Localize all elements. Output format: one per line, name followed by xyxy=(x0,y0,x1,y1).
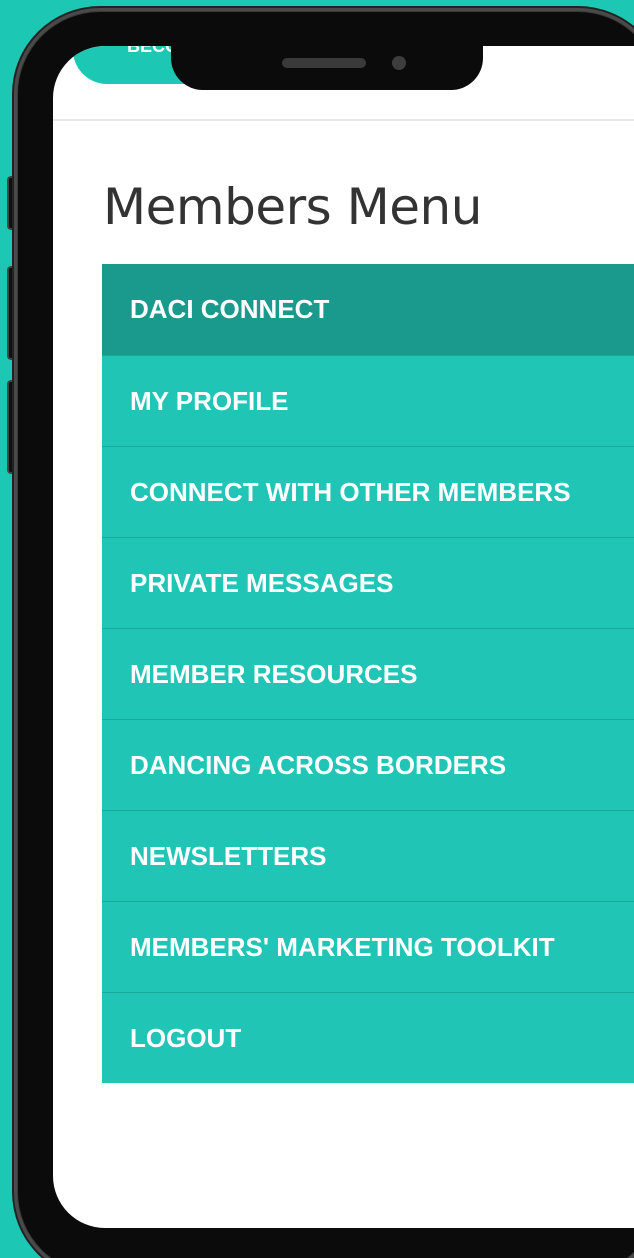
menu-item-label: NEWSLETTERS xyxy=(130,840,327,871)
page-title: Members Menu xyxy=(103,178,482,236)
header-divider xyxy=(53,119,634,121)
menu-item-label: MEMBERS' MARKETING TOOLKIT xyxy=(130,931,555,962)
menu-item-connect-with-other-members[interactable]: CONNECT WITH OTHER MEMBERS xyxy=(102,446,634,537)
menu-item-dancing-across-borders[interactable]: DANCING ACROSS BORDERS xyxy=(102,719,634,810)
menu-item-label: MY PROFILE xyxy=(130,385,289,416)
menu-item-label: MEMBER RESOURCES xyxy=(130,658,418,689)
menu-item-member-resources[interactable]: MEMBER RESOURCES xyxy=(102,628,634,719)
menu-item-private-messages[interactable]: PRIVATE MESSAGES xyxy=(102,537,634,628)
speaker-grille xyxy=(282,58,366,68)
menu-item-daci-connect[interactable]: DACI CONNECT xyxy=(102,264,634,355)
menu-item-label: LOGOUT xyxy=(130,1022,242,1053)
front-camera xyxy=(392,56,406,70)
menu-item-logout[interactable]: LOGOUT xyxy=(102,992,634,1083)
menu-item-label: DANCING ACROSS BORDERS xyxy=(130,749,507,780)
members-menu: DACI CONNECT MY PROFILE CONNECT WITH OTH… xyxy=(102,264,634,1083)
menu-item-label: CONNECT WITH OTHER MEMBERS xyxy=(130,476,571,507)
menu-item-my-profile[interactable]: MY PROFILE xyxy=(102,355,634,446)
phone-screen: BECO Members Menu DACI CONNECT MY PROFIL… xyxy=(53,46,634,1228)
menu-item-newsletters[interactable]: NEWSLETTERS xyxy=(102,810,634,901)
menu-item-label: PRIVATE MESSAGES xyxy=(130,567,394,598)
menu-item-members-marketing-toolkit[interactable]: MEMBERS' MARKETING TOOLKIT xyxy=(102,901,634,992)
stage: BECO Members Menu DACI CONNECT MY PROFIL… xyxy=(0,0,634,1258)
menu-item-label: DACI CONNECT xyxy=(130,294,330,324)
